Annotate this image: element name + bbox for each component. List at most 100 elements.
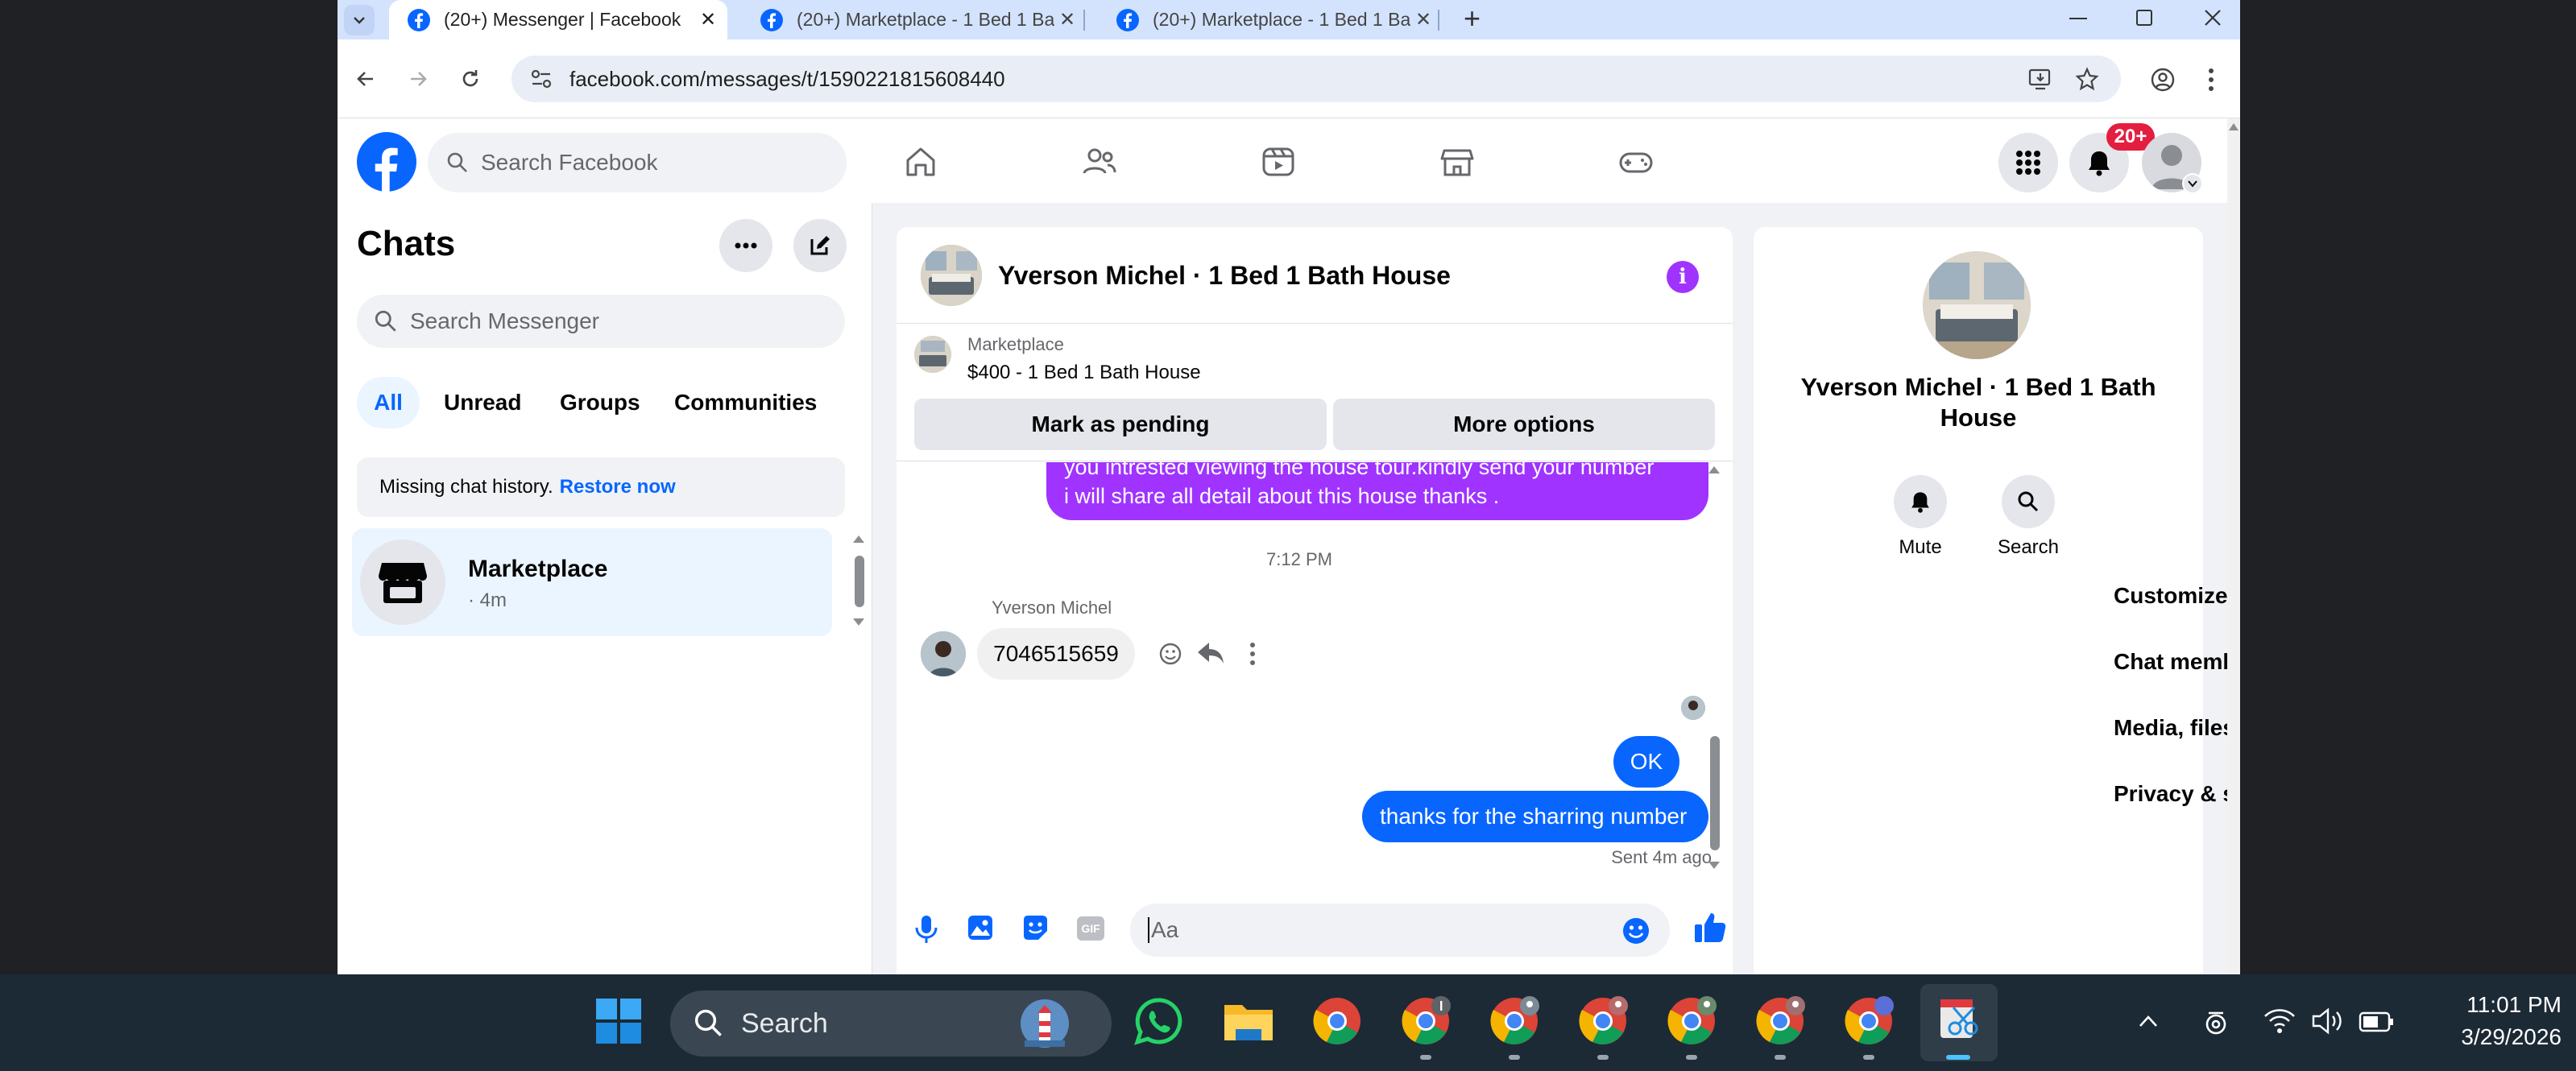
incoming-message[interactable]: 7046515659 — [977, 628, 1135, 680]
friends-icon[interactable] — [1080, 143, 1119, 181]
scroll-down-arrow-icon[interactable] — [1707, 860, 1721, 871]
chat-item-marketplace[interactable]: Marketplace · 4m — [352, 528, 832, 636]
chats-scrollbar-thumb[interactable] — [855, 556, 864, 607]
restore-icon[interactable] — [2136, 10, 2152, 26]
home-icon[interactable] — [901, 143, 940, 181]
mark-as-pending-button[interactable]: Mark as pending — [914, 399, 1327, 450]
restore-now-link[interactable]: Restore now — [560, 476, 676, 498]
taskbar-search[interactable]: Search — [670, 990, 1112, 1057]
tab-messenger[interactable]: (20+) Messenger | Facebook ✕ — [389, 0, 727, 39]
gaming-icon[interactable] — [1617, 143, 1655, 181]
more-horizontal-icon — [735, 242, 757, 249]
scroll-down-arrow-icon[interactable] — [851, 617, 866, 628]
marketplace-icon[interactable] — [1438, 143, 1476, 181]
reload-icon[interactable] — [458, 67, 482, 91]
close-icon[interactable]: ✕ — [1415, 8, 1431, 31]
forward-arrow-icon[interactable] — [406, 67, 430, 91]
search-messenger-input[interactable]: Search Messenger — [357, 295, 845, 348]
filter-groups[interactable]: Groups — [560, 390, 640, 416]
conversation-header: Yverson Michel · 1 Bed 1 Bath House i — [897, 227, 1733, 324]
chats-sidebar: Chats Search Messenger All Unread Groups… — [338, 203, 872, 974]
facebook-search-input[interactable]: Search Facebook — [428, 133, 847, 192]
thread-scrollbar-thumb[interactable] — [1710, 736, 1720, 850]
listing-price[interactable]: $400 - 1 Bed 1 Bath House — [967, 362, 1201, 384]
sticker-icon[interactable] — [1021, 913, 1050, 942]
media-files-links-section[interactable]: Media, files and links — [2114, 704, 2240, 752]
close-icon[interactable]: ✕ — [700, 8, 716, 31]
scroll-up-arrow-icon[interactable] — [1707, 464, 1721, 475]
message-more-icon[interactable] — [1248, 641, 1257, 667]
profile-icon[interactable] — [2150, 67, 2176, 93]
new-tab-button[interactable]: + — [1464, 2, 1481, 35]
conversation-title[interactable]: Yverson Michel · 1 Bed 1 Bath House — [998, 261, 1451, 291]
tab-marketplace-2[interactable]: (20+) Marketplace - 1 Bed 1 Bat ✕ — [1098, 0, 1436, 39]
install-app-icon[interactable] — [2027, 67, 2053, 91]
gif-icon[interactable]: GIF — [1077, 916, 1104, 941]
chat-members-section[interactable]: Chat members — [2114, 638, 2240, 686]
more-options-button[interactable]: More options — [1333, 399, 1715, 450]
chrome-icon[interactable] — [1307, 990, 1368, 1052]
minimize-icon[interactable] — [2069, 18, 2087, 19]
customize-chat-section[interactable]: Customize chat — [2114, 572, 2240, 620]
chat-item-name: Marketplace — [468, 556, 608, 582]
react-emoji-icon[interactable] — [1158, 641, 1183, 667]
account-chevron-icon[interactable] — [2182, 173, 2203, 194]
filter-unread[interactable]: Unread — [444, 390, 521, 416]
location-icon[interactable] — [2202, 1007, 2230, 1039]
whatsapp-icon[interactable] — [1128, 990, 1189, 1052]
chrome-profile-2-icon[interactable] — [1484, 990, 1545, 1052]
menu-grid-button[interactable] — [1998, 133, 2058, 192]
mute-button[interactable] — [1894, 475, 1947, 528]
chrome-profile-5-icon[interactable] — [1750, 990, 1811, 1052]
close-icon[interactable]: ✕ — [1059, 8, 1075, 31]
conversation-avatar[interactable] — [921, 245, 982, 306]
chevron-down-icon — [2188, 180, 2197, 188]
filter-all[interactable]: All — [357, 377, 420, 428]
clock-date[interactable]: 3/29/2026 — [2417, 1024, 2562, 1050]
tab-search-button[interactable] — [344, 5, 375, 35]
snipping-tool-icon[interactable] — [1928, 990, 1990, 1052]
window-close-icon[interactable] — [2203, 8, 2222, 27]
chrome-profile-1-icon[interactable] — [1395, 990, 1456, 1052]
reply-icon[interactable] — [1196, 639, 1225, 667]
sender-avatar[interactable] — [921, 631, 966, 676]
outgoing-message-ok[interactable]: OK — [1613, 736, 1679, 788]
photo-icon[interactable] — [966, 913, 995, 942]
emoji-icon[interactable] — [1621, 916, 1650, 945]
chrome-logo — [1402, 996, 1451, 1044]
url-field[interactable]: facebook.com/messages/t/1590221815608440 — [511, 56, 2121, 102]
page-scrollbar[interactable] — [2227, 118, 2240, 974]
start-button[interactable] — [588, 990, 649, 1052]
outgoing-message-thanks[interactable]: thanks for the sharring number — [1362, 791, 1708, 842]
chevron-up-icon[interactable] — [2136, 1010, 2160, 1034]
scroll-up-arrow-icon[interactable] — [851, 533, 866, 544]
chats-options-button[interactable] — [719, 219, 772, 272]
wifi-icon[interactable] — [2263, 1007, 2296, 1036]
chrome-profile-3-icon[interactable] — [1572, 990, 1634, 1052]
compose-icon — [810, 236, 830, 255]
volume-icon[interactable] — [2310, 1007, 2344, 1036]
video-icon[interactable] — [1259, 143, 1298, 181]
bookmark-star-icon[interactable] — [2074, 67, 2100, 91]
file-explorer-icon[interactable] — [1218, 990, 1279, 1052]
chrome-profile-4-icon[interactable] — [1661, 990, 1722, 1052]
facebook-logo-icon[interactable] — [357, 132, 416, 192]
battery-icon[interactable] — [2359, 1011, 2394, 1032]
menu-grid-icon — [2016, 151, 2040, 175]
new-message-button[interactable] — [793, 219, 847, 272]
tab-marketplace-1[interactable]: (20+) Marketplace - 1 Bed 1 Bat ✕ — [742, 0, 1080, 39]
site-settings-icon[interactable] — [529, 68, 553, 90]
clock-time[interactable]: 11:01 PM — [2417, 992, 2562, 1018]
details-avatar[interactable] — [1923, 251, 2031, 359]
search-conversation-button[interactable] — [2002, 475, 2055, 528]
thumbs-up-icon[interactable] — [1692, 910, 1728, 945]
kebab-menu-icon[interactable] — [2205, 67, 2218, 93]
microphone-icon[interactable] — [913, 913, 940, 945]
privacy-support-section[interactable]: Privacy & support — [2114, 770, 2240, 818]
back-arrow-icon[interactable] — [354, 67, 378, 91]
conversation-info-icon[interactable]: i — [1667, 261, 1699, 293]
scroll-up-arrow-icon[interactable] — [2228, 122, 2239, 131]
chrome-profile-6-icon[interactable] — [1838, 990, 1899, 1052]
filter-communities[interactable]: Communities — [674, 390, 817, 416]
message-input[interactable]: Aa — [1130, 904, 1670, 957]
